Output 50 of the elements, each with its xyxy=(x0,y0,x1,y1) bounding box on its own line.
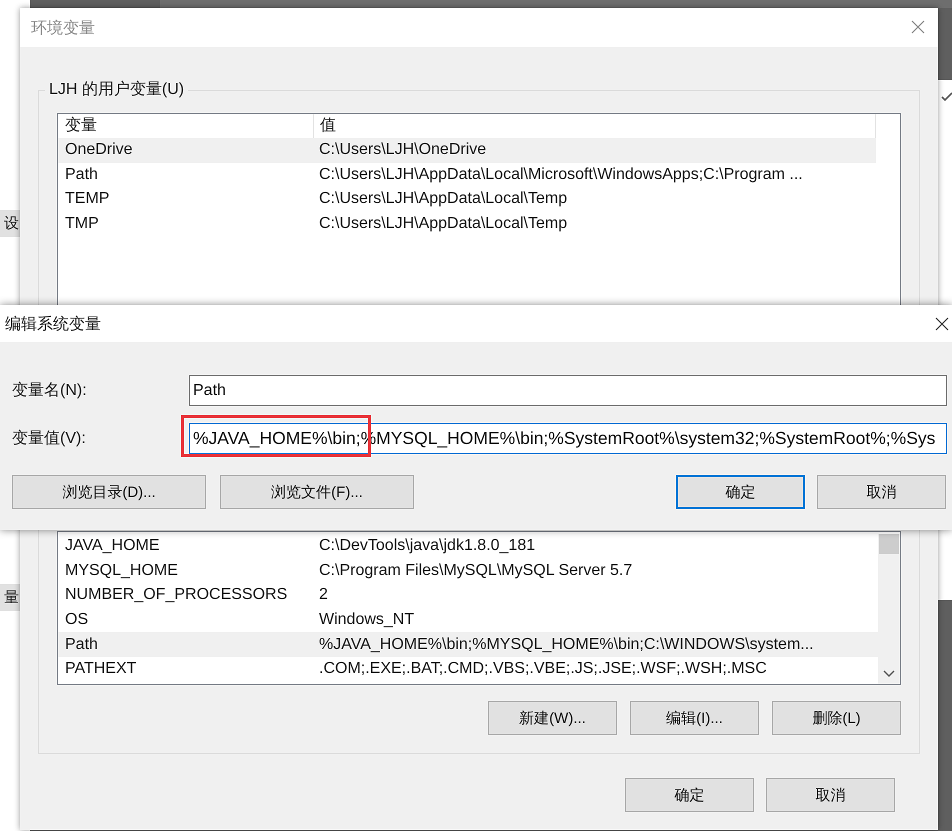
variable-name: PATHEXT xyxy=(64,660,138,678)
list-row[interactable]: NUMBER_OF_PROCESSORS 2 xyxy=(58,583,878,608)
list-row[interactable]: OneDrive C:\Users\LJH\OneDrive xyxy=(58,138,876,163)
list-row[interactable]: JAVA_HOME C:\DevTools\java\jdk1.8.0_181 xyxy=(58,534,878,559)
dialog-button[interactable]: 确定 xyxy=(676,475,805,509)
variable-name: TEMP xyxy=(64,190,110,208)
list-row[interactable]: PATHEXT .COM;.EXE;.BAT;.CMD;.VBS;.VBE;.JS;.JSE;.WSF;.WSH;.MSC xyxy=(58,656,878,682)
variable-name: TMP xyxy=(64,215,100,234)
dialog-button[interactable]: 取消 xyxy=(766,778,895,812)
group-label: LJH 的用户变量(U) xyxy=(45,80,188,100)
variable-name: JAVA_HOME xyxy=(64,537,161,556)
variable-value: C:\Users\LJH\AppData\Local\Temp xyxy=(318,215,568,234)
scrollbar[interactable] xyxy=(878,534,900,684)
variable-value: C:\Users\LJH\OneDrive xyxy=(318,141,486,160)
variable-value: C:\Users\LJH\AppData\Local\Temp xyxy=(318,190,568,208)
variable-value: Windows_NT xyxy=(318,611,414,630)
field-label: 变量值(V): xyxy=(12,428,87,449)
dialog-button[interactable]: 删除(L) xyxy=(772,701,901,735)
field-label: 变量名(N): xyxy=(12,380,88,401)
variable-value: 2 xyxy=(318,586,328,604)
dialog-button[interactable]: 取消 xyxy=(817,475,946,509)
dialog-button[interactable]: 确定 xyxy=(625,778,754,812)
close-icon[interactable] xyxy=(935,317,949,331)
variable-value: %JAVA_HOME%\bin;%MYSQL_HOME%\bin;C:\WINDOWS\system... xyxy=(318,636,814,654)
chevron-down-icon[interactable] xyxy=(883,670,895,678)
dialog-button[interactable]: 浏览目录(D)... xyxy=(12,475,206,509)
window-title: 编辑系统变量 xyxy=(5,314,101,335)
variable-name: Path xyxy=(64,636,99,654)
variable-name: NUMBER_OF_PROCESSORS xyxy=(64,586,288,604)
variable-value: C:\Users\LJH\AppData\Local\Microsoft\WindowsApps;C:\Program ... xyxy=(318,166,803,184)
variable-value: .COM;.EXE;.BAT;.CMD;.VBS;.VBE;.JS;.JSE;.WSF;.WSH;.MSC xyxy=(318,660,767,678)
variable-value: C:\Program Files\MySQL\MySQL Server 5.7 xyxy=(318,562,632,580)
variable-name: OneDrive xyxy=(64,141,134,160)
list-row[interactable]: MYSQL_HOME C:\Program Files\MySQL\MySQL Server 5.7 xyxy=(58,558,878,584)
variable-name: Path xyxy=(64,166,99,184)
input-field[interactable]: Path xyxy=(189,375,947,406)
list-row[interactable]: TMP C:\Users\LJH\AppData\Local\Temp xyxy=(58,212,876,236)
dialog-button[interactable]: 新建(W)... xyxy=(488,701,617,735)
window-title: 环境变量 xyxy=(31,18,95,39)
list-row[interactable]: Path %JAVA_HOME%\bin;%MYSQL_HOME%\bin;C:\WINDOWS\system... xyxy=(58,632,878,657)
variable-value: C:\DevTools\java\jdk1.8.0_181 xyxy=(318,537,536,556)
check-icon xyxy=(941,92,952,102)
dialog-button[interactable]: 编辑(I)... xyxy=(630,701,759,735)
list-row[interactable]: TEMP C:\Users\LJH\AppData\Local\Temp xyxy=(58,187,876,212)
scroll-thumb[interactable] xyxy=(879,534,899,554)
dialog-button[interactable]: 浏览文件(F)... xyxy=(220,475,414,509)
variable-name: MYSQL_HOME xyxy=(64,562,179,580)
list-row[interactable]: Path C:\Users\LJH\AppData\Local\Microsoft\WindowsApps;C:\Program ... xyxy=(58,162,876,188)
variable-name: OS xyxy=(64,611,90,630)
list-row[interactable]: OS Windows_NT xyxy=(58,608,878,632)
